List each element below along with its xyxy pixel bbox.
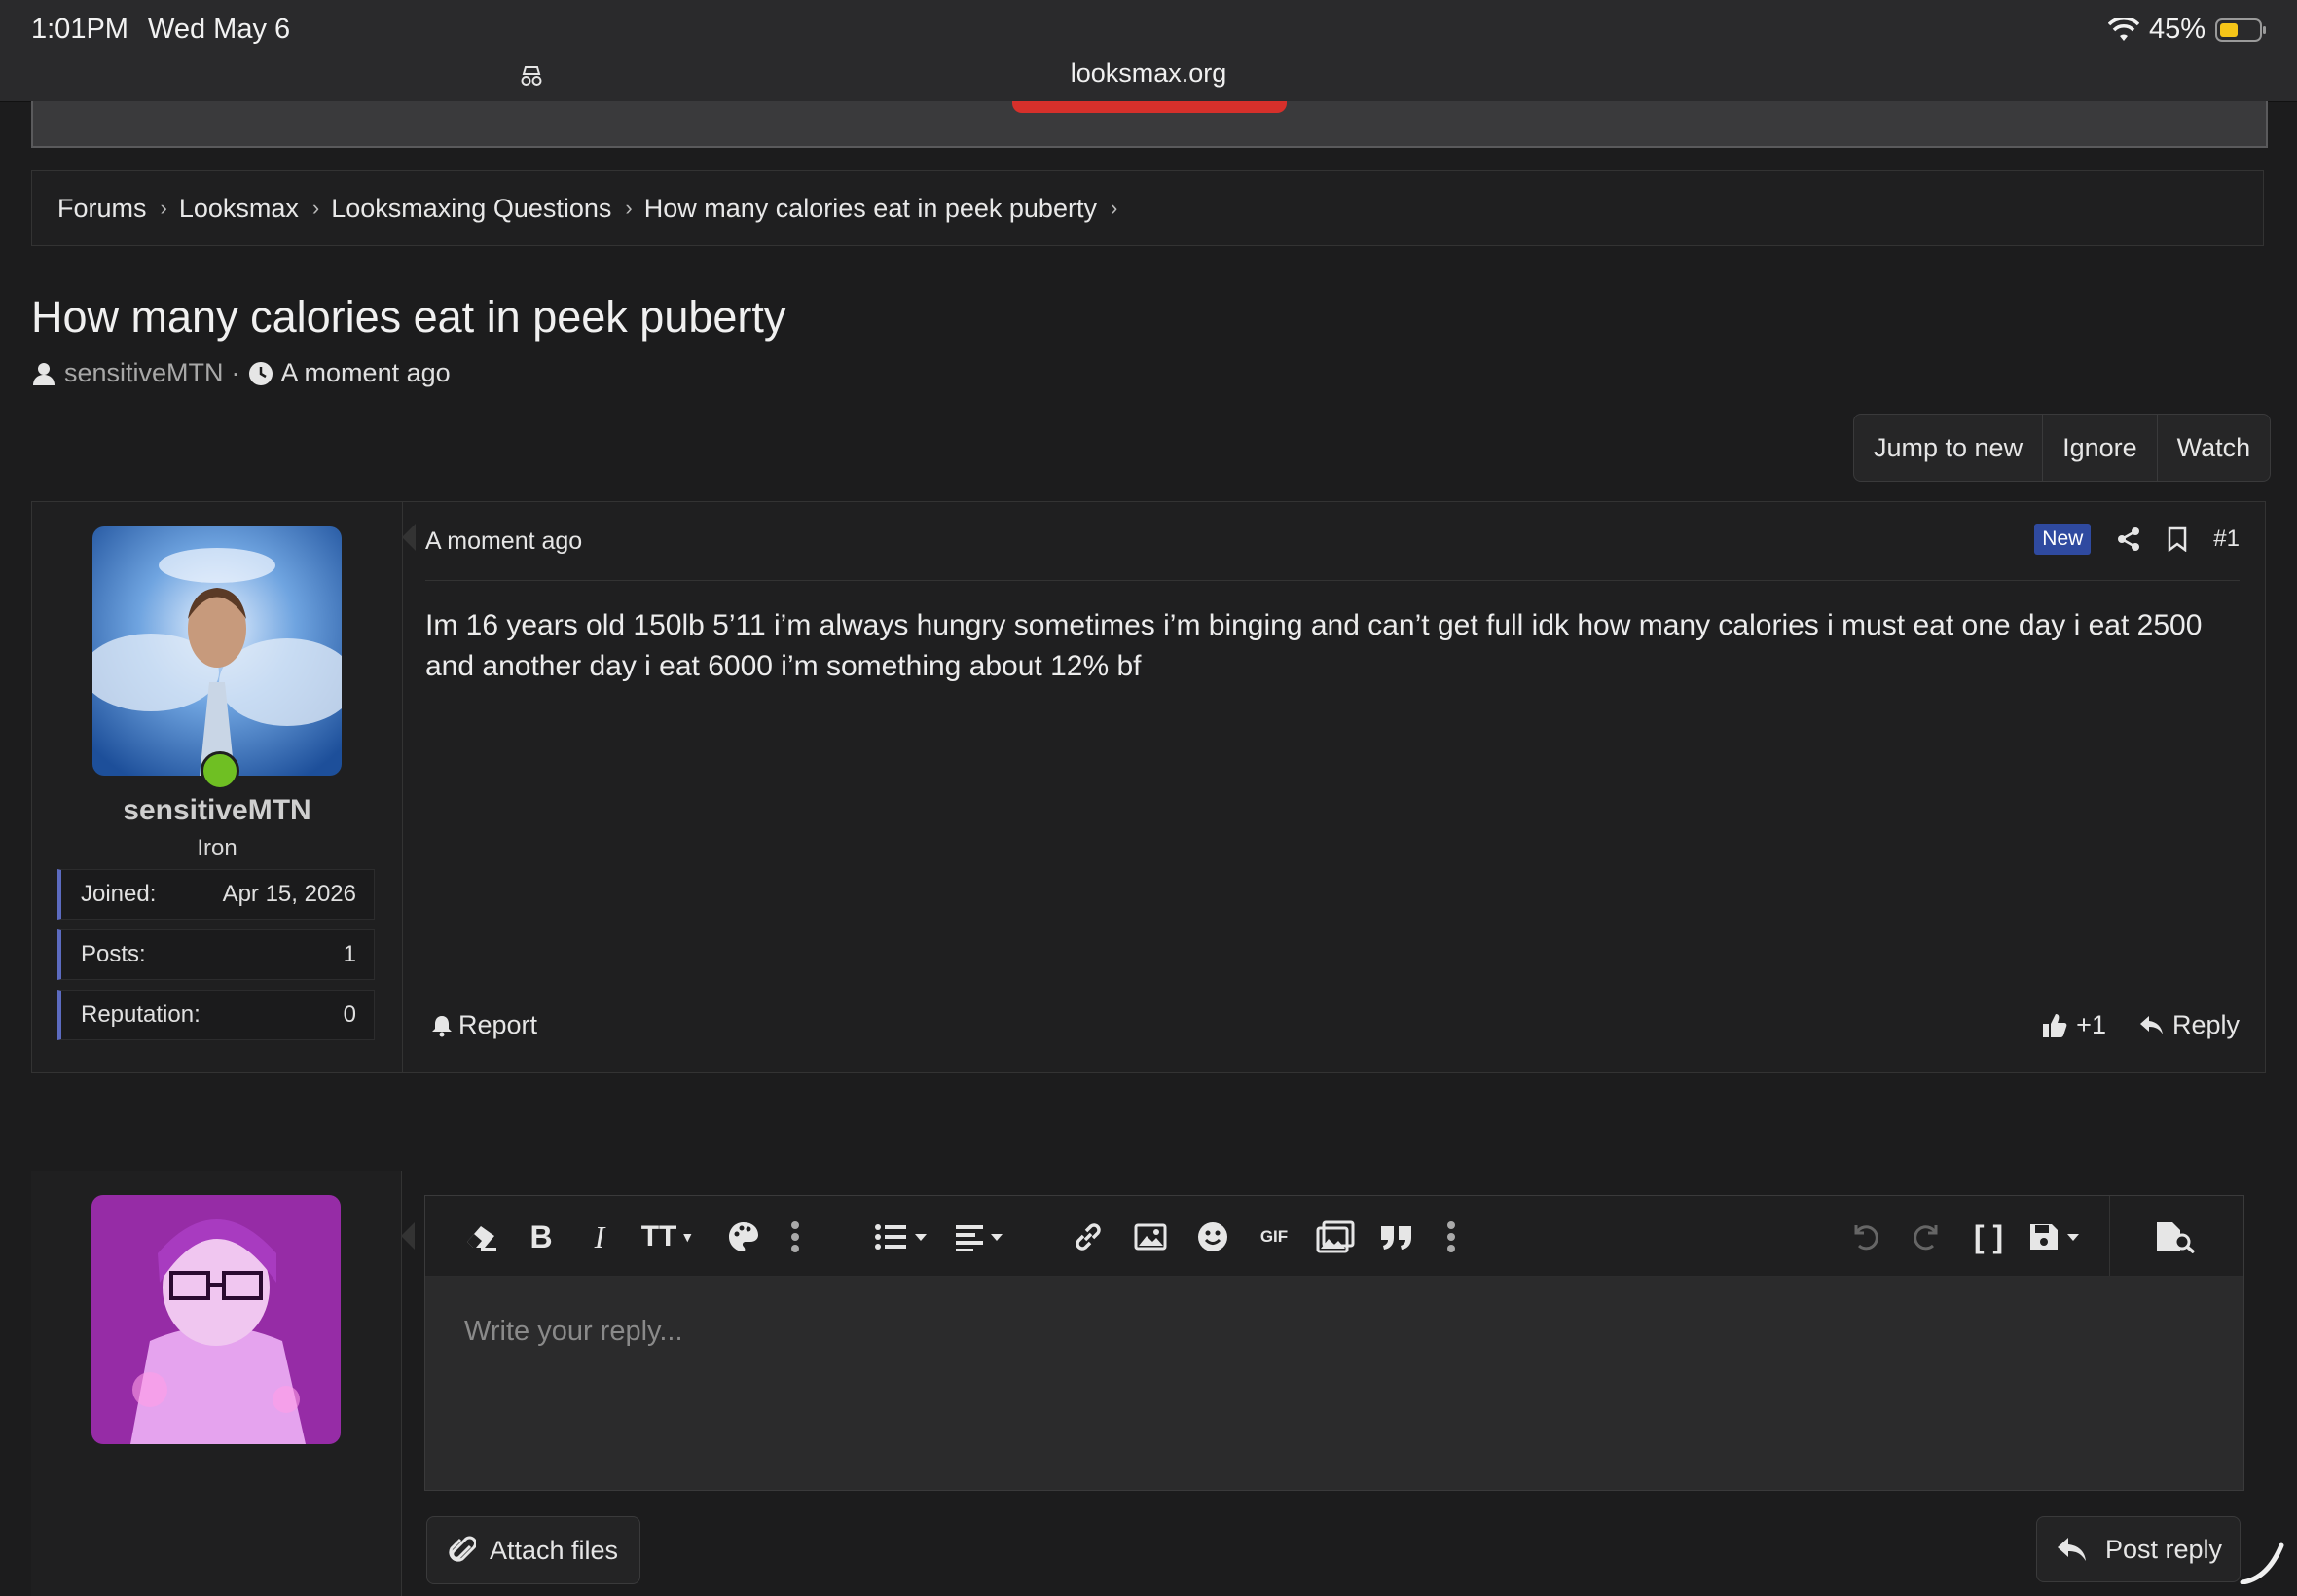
reply-textarea[interactable]: Write your reply...: [425, 1277, 2243, 1490]
stat-reputation: Reputation: 0: [57, 990, 375, 1040]
report-label: Report: [458, 1010, 538, 1039]
clock-icon: [248, 361, 273, 385]
link-icon[interactable]: [1070, 1217, 1107, 1256]
reply-placeholder: Write your reply...: [464, 1316, 683, 1347]
banner-red-button[interactable]: [1012, 101, 1287, 113]
chevron-right-icon: ›: [311, 196, 320, 220]
palette-icon[interactable]: [725, 1217, 762, 1256]
share-icon[interactable]: [2116, 526, 2141, 552]
stat-posts: Posts: 1: [57, 929, 375, 980]
stat-label: Reputation:: [81, 1001, 201, 1028]
post-divider: [425, 580, 2240, 581]
post-reply-label: Post reply: [2105, 1534, 2223, 1564]
chevron-right-icon: ›: [1110, 196, 1118, 220]
chevron-right-icon: ›: [625, 196, 633, 220]
scroll-indicator: [2239, 1540, 2287, 1589]
breadcrumb-looksmaxing-questions[interactable]: Looksmaxing Questions ›: [331, 194, 643, 224]
page-title: How many calories eat in peek puberty: [31, 292, 786, 342]
media-icon[interactable]: [1315, 1217, 1356, 1256]
avatar[interactable]: [92, 526, 342, 776]
emoji-icon[interactable]: [1194, 1217, 1231, 1256]
user-icon: [33, 362, 55, 385]
status-right: 45%: [2107, 14, 2268, 46]
wifi-icon: [2107, 17, 2139, 41]
post-reply-button[interactable]: Post reply: [2036, 1516, 2241, 1582]
status-time: 1:01PM: [31, 14, 128, 45]
bbcode-icon[interactable]: [ ]: [1973, 1217, 2004, 1256]
stat-value: 0: [343, 1001, 356, 1028]
post-actions-top: New #1: [2034, 524, 2240, 555]
post-body: Im 16 years old 150lb 5’11 i’m always hu…: [425, 609, 2203, 682]
reply-editor: B I TT ▼ GIF [] Write your reply...: [424, 1195, 2244, 1491]
more-vertical-icon[interactable]: [1441, 1217, 1461, 1256]
bold-icon[interactable]: B: [525, 1217, 558, 1256]
attach-files-button[interactable]: Attach files: [426, 1516, 641, 1584]
battery-percent: 45%: [2148, 14, 2206, 45]
save-draft-icon[interactable]: [2027, 1217, 2086, 1256]
stat-label: Joined:: [81, 881, 157, 907]
bookmark-icon[interactable]: [2167, 526, 2188, 552]
redo-icon[interactable]: [1909, 1217, 1946, 1256]
reply-label: Reply: [2171, 1010, 2240, 1039]
post-date[interactable]: A moment ago: [425, 527, 582, 556]
thread-meta: sensitiveMTN · A moment ago: [31, 358, 451, 388]
breadcrumb: Forums › Looksmax › Looksmaxing Questions ›…: [31, 170, 2264, 246]
post-user-sidebar: sensitiveMTN Iron Joined: Apr 15, 2026 P…: [32, 502, 403, 1072]
post-username[interactable]: sensitiveMTN: [32, 794, 402, 827]
post-actions-bottom: +1 Reply: [2041, 1010, 2240, 1040]
user-title: Iron: [197, 835, 237, 861]
meta-separator: ·: [231, 358, 240, 387]
thread-author[interactable]: sensitiveMTN: [64, 358, 224, 388]
undo-icon[interactable]: [1846, 1217, 1883, 1256]
ignore-button[interactable]: Ignore: [2043, 415, 2158, 481]
toolbar-separator: [2109, 1196, 2110, 1276]
bell-icon: [432, 1015, 452, 1036]
jump-to-new-button[interactable]: Jump to new: [1854, 415, 2044, 481]
stat-label: Posts:: [81, 941, 146, 967]
status-date: Wed May 6: [148, 14, 291, 45]
thumbs-up-icon: [2043, 1013, 2067, 1037]
reply-icon: [2139, 1015, 2163, 1034]
editor-toolbar: B I TT ▼ GIF []: [425, 1196, 2243, 1277]
breadcrumb-thread[interactable]: How many calories eat in peek puberty ›: [644, 194, 1130, 224]
post-number[interactable]: #1: [2213, 526, 2240, 553]
online-status-indicator: [201, 751, 239, 790]
image-icon[interactable]: [1132, 1217, 1169, 1256]
thread-button-group: Jump to new Ignore Watch: [1853, 414, 2272, 482]
watch-button[interactable]: Watch: [2158, 415, 2271, 481]
like-button[interactable]: +1: [2041, 1010, 2106, 1040]
chevron-right-icon: ›: [160, 196, 167, 220]
eraser-icon[interactable]: [462, 1217, 501, 1256]
list-icon[interactable]: [873, 1217, 931, 1256]
paperclip-icon: [449, 1536, 476, 1562]
preview-icon[interactable]: [2154, 1217, 2197, 1256]
post: sensitiveMTN Iron Joined: Apr 15, 2026 P…: [31, 501, 2266, 1073]
battery-icon: [2215, 18, 2266, 42]
breadcrumb-forums[interactable]: Forums ›: [57, 194, 179, 224]
reply-button[interactable]: Reply: [2139, 1010, 2240, 1040]
reaction-count: +1: [2076, 1010, 2106, 1039]
report-button[interactable]: Report: [431, 1010, 537, 1040]
post-arrow: [402, 524, 416, 551]
address-bar[interactable]: looksmax.org: [0, 58, 2297, 89]
new-badge: New: [2034, 524, 2092, 555]
thread-time[interactable]: A moment ago: [281, 358, 451, 388]
gif-icon[interactable]: GIF: [1255, 1217, 1294, 1256]
breadcrumb-looksmax[interactable]: Looksmax ›: [179, 194, 331, 224]
align-icon[interactable]: [953, 1217, 1009, 1256]
more-vertical-icon[interactable]: [785, 1217, 805, 1256]
quote-icon[interactable]: [1377, 1217, 1416, 1256]
text-size-icon[interactable]: TT ▼: [638, 1217, 698, 1256]
attach-files-label: Attach files: [490, 1535, 619, 1565]
stat-value: Apr 15, 2026: [222, 881, 356, 907]
stat-value: 1: [343, 941, 356, 967]
reply-user-sidebar: [31, 1171, 402, 1596]
reply-arrow: [401, 1222, 415, 1250]
current-user-avatar[interactable]: [91, 1195, 341, 1444]
stat-joined: Joined: Apr 15, 2026: [57, 869, 375, 920]
italic-icon[interactable]: I: [585, 1217, 614, 1256]
reply-icon: [2058, 1538, 2086, 1561]
